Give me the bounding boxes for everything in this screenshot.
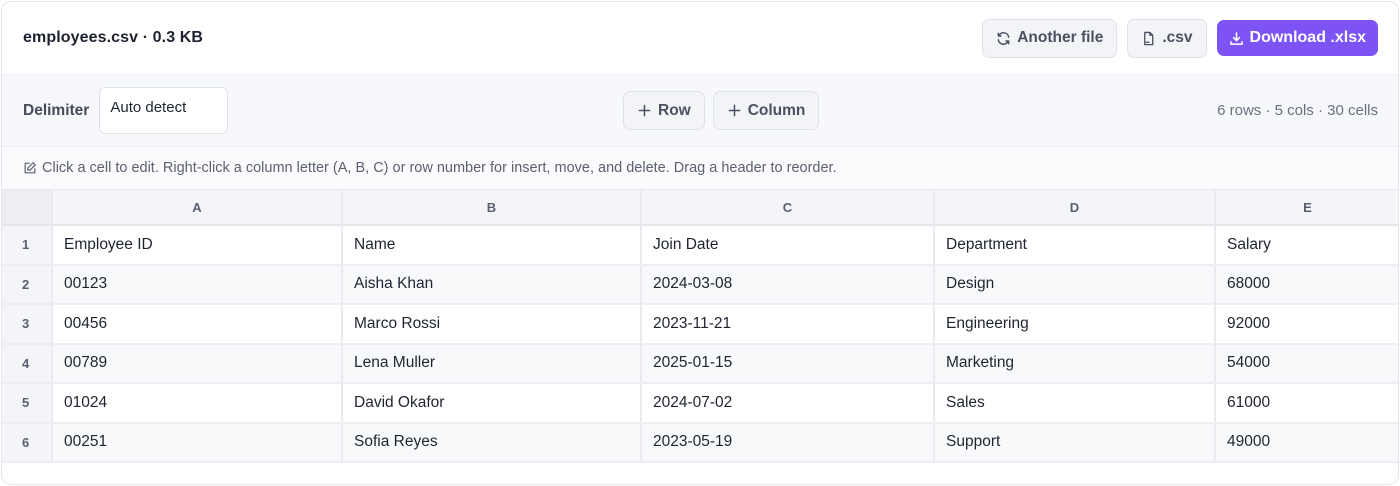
table-cell[interactable]: 01024 <box>52 383 343 424</box>
refresh-icon <box>997 31 1010 45</box>
file-header: employees.csv · 0.3 KB Another file .csv <box>2 2 1398 75</box>
table-cell[interactable]: Sales <box>934 383 1216 424</box>
table-cell[interactable]: Department <box>934 225 1216 266</box>
grid-corner[interactable] <box>2 190 53 226</box>
delimiter-select[interactable]: Auto detect <box>99 87 229 134</box>
table-cell[interactable]: 00456 <box>52 304 343 345</box>
table-cell[interactable]: 92000 <box>1215 304 1398 345</box>
column-header-a[interactable]: A <box>52 190 343 226</box>
another-file-label: Another file <box>1017 29 1104 46</box>
another-file-button[interactable]: Another file <box>982 18 1118 58</box>
plus-icon <box>728 104 741 117</box>
row-number[interactable]: 5 <box>2 383 53 424</box>
table-cell[interactable]: Engineering <box>934 304 1216 345</box>
edit-hint-text: Click a cell to edit. Right-click a colu… <box>42 160 837 176</box>
table-row: 4 00789 Lena Muller 2025-01-15 Marketing… <box>2 343 1398 384</box>
csv-label: .csv <box>1162 29 1193 46</box>
file-actions: Another file .csv Download .xlsx <box>982 18 1378 58</box>
add-row-button[interactable]: Row <box>623 91 705 130</box>
download-xlsx-label: Download .xlsx <box>1249 29 1366 46</box>
table-cell[interactable]: Lena Muller <box>342 343 642 384</box>
add-column-label: Column <box>747 101 806 119</box>
edit-icon <box>24 162 36 174</box>
table-cell[interactable]: Name <box>342 225 642 266</box>
table-cell[interactable]: Aisha Khan <box>342 264 642 305</box>
column-header-c[interactable]: C <box>641 190 935 226</box>
add-column-button[interactable]: Column <box>712 91 820 130</box>
table-cell[interactable]: 68000 <box>1215 264 1398 305</box>
table-cell[interactable]: David Okafor <box>342 383 642 424</box>
table-cell[interactable]: 00251 <box>52 422 343 463</box>
plus-icon <box>638 104 651 117</box>
table-cell[interactable]: Employee ID <box>52 225 343 266</box>
table-cell[interactable]: 00123 <box>52 264 343 305</box>
table-cell[interactable]: 61000 <box>1215 383 1398 424</box>
table-row: 5 01024 David Okafor 2024-07-02 Sales 61… <box>2 383 1398 424</box>
row-number[interactable]: 3 <box>2 304 53 345</box>
row-number[interactable]: 2 <box>2 264 53 305</box>
table-cell[interactable]: 2023-11-21 <box>641 304 935 345</box>
download-xlsx-button[interactable]: Download .xlsx <box>1216 20 1378 56</box>
table-cell[interactable]: 2024-07-02 <box>641 383 935 424</box>
table-row: 2 00123 Aisha Khan 2024-03-08 Design 680… <box>2 264 1398 305</box>
table-cell[interactable]: Marketing <box>934 343 1216 384</box>
csv-download-button[interactable]: .csv <box>1127 18 1207 58</box>
table-row: 6 00251 Sofia Reyes 2023-05-19 Support 4… <box>2 422 1398 463</box>
row-number[interactable]: 1 <box>2 225 53 266</box>
column-header-b[interactable]: B <box>342 190 642 226</box>
grid-stats: 6 rows · 5 cols · 30 cells <box>1217 102 1378 119</box>
table-cell[interactable]: Salary <box>1215 225 1398 266</box>
table-cell[interactable]: Join Date <box>641 225 935 266</box>
download-icon <box>1229 31 1243 45</box>
spreadsheet-editor: employees.csv · 0.3 KB Another file .csv <box>1 1 1399 485</box>
table-cell[interactable]: 2024-03-08 <box>641 264 935 305</box>
data-grid: A B C D E 1 Employee ID Name Join Date D… <box>2 190 1398 463</box>
delimiter-label: Delimiter <box>23 101 90 119</box>
table-cell[interactable]: 2023-05-19 <box>641 422 935 463</box>
row-number[interactable]: 4 <box>2 343 53 384</box>
table-cell[interactable]: Sofia Reyes <box>342 422 642 463</box>
edit-hint: Click a cell to edit. Right-click a colu… <box>2 147 1398 190</box>
table-cell[interactable]: 2025-01-15 <box>641 343 935 384</box>
table-cell[interactable]: 00789 <box>52 343 343 384</box>
file-title: employees.csv · 0.3 KB <box>23 29 204 46</box>
table-cell[interactable]: Design <box>934 264 1216 305</box>
column-header-row: A B C D E <box>2 190 1398 226</box>
add-row-label: Row <box>658 101 691 119</box>
file-icon <box>1144 31 1154 45</box>
table-row: 1 Employee ID Name Join Date Department … <box>2 225 1398 266</box>
table-row: 3 00456 Marco Rossi 2023-11-21 Engineeri… <box>2 304 1398 345</box>
table-cell[interactable]: Support <box>934 422 1216 463</box>
table-cell[interactable]: Marco Rossi <box>342 304 642 345</box>
table-cell[interactable]: 49000 <box>1215 422 1398 463</box>
column-header-e[interactable]: E <box>1215 190 1398 226</box>
insert-actions: Row Column <box>623 91 820 130</box>
toolbar: Delimiter Auto detect Row Column 6 rows … <box>2 75 1398 147</box>
column-header-d[interactable]: D <box>934 190 1216 226</box>
table-cell[interactable]: 54000 <box>1215 343 1398 384</box>
row-number[interactable]: 6 <box>2 422 53 463</box>
